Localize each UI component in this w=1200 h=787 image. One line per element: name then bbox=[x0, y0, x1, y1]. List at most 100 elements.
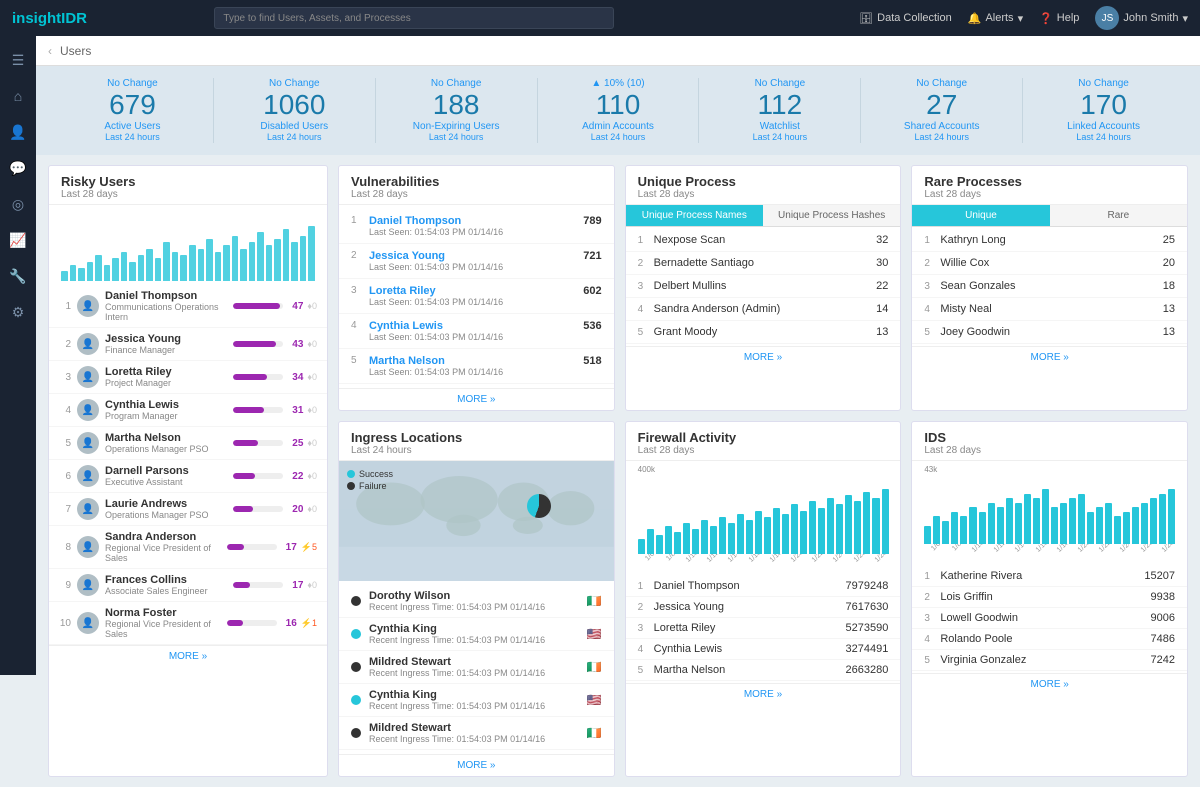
vuln-count: 518 bbox=[583, 355, 601, 367]
user-menu[interactable]: JS John Smith ▾ bbox=[1095, 6, 1188, 30]
score-alert: ♦0 bbox=[307, 405, 317, 415]
rare-process-subtitle: Last 28 days bbox=[924, 189, 1175, 200]
vuln-rank: 3 bbox=[351, 285, 361, 296]
list-item[interactable]: 4 👤 Cynthia Lewis Program Manager 31 ♦0 bbox=[49, 394, 327, 427]
avatar: 👤 bbox=[77, 465, 99, 487]
sidebar-item-menu[interactable]: ☰ bbox=[2, 44, 34, 76]
score-bar bbox=[233, 506, 253, 512]
chart-bar bbox=[863, 492, 870, 554]
chart-bar bbox=[809, 501, 816, 554]
list-item[interactable]: 4 Cynthia Lewis Last Seen: 01:54:03 PM 0… bbox=[339, 314, 614, 349]
ingress-more[interactable]: MORE » bbox=[339, 754, 614, 776]
list-item[interactable]: 2 Jessica Young Last Seen: 01:54:03 PM 0… bbox=[339, 244, 614, 279]
bell-icon: 🔔 bbox=[968, 12, 982, 25]
firewall-more[interactable]: MORE » bbox=[626, 683, 901, 705]
list-item[interactable]: 6 👤 Darnell Parsons Executive Assistant … bbox=[49, 460, 327, 493]
chart-bar bbox=[1114, 516, 1121, 544]
ingress-time: Recent Ingress Time: 01:54:03 PM 01/14/1… bbox=[369, 668, 579, 678]
fw-name: Jessica Young bbox=[654, 601, 840, 613]
sidebar-item-charts[interactable]: 📈 bbox=[2, 224, 34, 256]
process-rank: 2 bbox=[638, 258, 648, 269]
score-bar-wrap bbox=[233, 303, 283, 309]
list-item: 2 Bernadette Santiago 30 bbox=[626, 252, 901, 275]
list-item[interactable]: 7 👤 Laurie Andrews Operations Manager PS… bbox=[49, 493, 327, 526]
list-item: 4 Rolando Poole 7486 bbox=[912, 629, 1187, 650]
chart-bar bbox=[189, 245, 196, 281]
ids-rank: 2 bbox=[924, 592, 934, 603]
tab-unique-process-0[interactable]: Unique Process Names bbox=[626, 205, 763, 226]
ids-more[interactable]: MORE » bbox=[912, 673, 1187, 695]
sidebar-item-settings[interactable]: ⚙ bbox=[2, 296, 34, 328]
list-item[interactable]: 8 👤 Sandra Anderson Regional Vice Presid… bbox=[49, 526, 327, 569]
alerts-nav[interactable]: 🔔 Alerts ▾ bbox=[968, 12, 1023, 25]
list-item[interactable]: 5 Martha Nelson Last Seen: 01:54:03 PM 0… bbox=[339, 349, 614, 384]
sidebar-item-users[interactable]: 👤 bbox=[2, 116, 34, 148]
list-item[interactable]: 3 Loretta Riley Last Seen: 01:54:03 PM 0… bbox=[339, 279, 614, 314]
score-alert: ♦0 bbox=[307, 372, 317, 382]
ingress-time: Recent Ingress Time: 01:54:03 PM 01/14/1… bbox=[369, 734, 579, 744]
sidebar: ☰ ⌂ 👤 💬 ◎ 📈 🔧 ⚙ bbox=[0, 36, 36, 675]
sidebar-item-home[interactable]: ⌂ bbox=[2, 80, 34, 112]
list-item[interactable]: 10 👤 Norma Foster Regional Vice Presiden… bbox=[49, 602, 327, 645]
failure-legend-dot bbox=[347, 482, 355, 490]
sidebar-item-tools[interactable]: 🔧 bbox=[2, 260, 34, 292]
chevron-down-icon: ▾ bbox=[1182, 12, 1188, 25]
risky-users-chart bbox=[49, 205, 327, 285]
unique-process-more[interactable]: MORE » bbox=[626, 346, 901, 368]
risky-users-more[interactable]: MORE » bbox=[49, 645, 327, 667]
vuln-more[interactable]: MORE » bbox=[339, 388, 614, 410]
search-bar[interactable]: Type to find Users, Assets, and Processe… bbox=[214, 7, 614, 29]
vuln-rank: 5 bbox=[351, 355, 361, 366]
tab-rare-process-0[interactable]: Unique bbox=[912, 205, 1049, 226]
ids-name: Lowell Goodwin bbox=[940, 612, 1144, 624]
ids-rank: 3 bbox=[924, 613, 934, 624]
user-role: Finance Manager bbox=[105, 345, 227, 355]
main-content: ‹ Users No Change 679 Active UsersLast 2… bbox=[36, 36, 1200, 787]
unique-process-title: Unique Process bbox=[638, 174, 889, 189]
user-rank: 6 bbox=[59, 471, 71, 482]
stat-card: No Change 1060 Disabled UsersLast 24 hou… bbox=[214, 78, 376, 143]
stat-change: No Change bbox=[707, 78, 852, 89]
ids-y-label: 43k bbox=[912, 461, 1187, 474]
vuln-count: 536 bbox=[583, 320, 601, 332]
vuln-count: 602 bbox=[583, 285, 601, 297]
rare-process-more[interactable]: MORE » bbox=[912, 346, 1187, 368]
chart-bar bbox=[70, 265, 77, 281]
vuln-date: Last Seen: 01:54:03 PM 01/14/16 bbox=[369, 227, 575, 237]
list-item[interactable]: 9 👤 Frances Collins Associate Sales Engi… bbox=[49, 569, 327, 602]
ids-header: IDS Last 28 days bbox=[912, 422, 1187, 461]
list-item[interactable]: 3 👤 Loretta Riley Project Manager 34 ♦0 bbox=[49, 361, 327, 394]
chart-bar bbox=[1024, 494, 1031, 544]
fw-rank: 3 bbox=[638, 623, 648, 634]
data-collection-nav[interactable]: 🗄 Data Collection bbox=[859, 12, 952, 25]
chart-bar bbox=[87, 262, 94, 281]
score-bar-wrap bbox=[233, 440, 283, 446]
help-nav[interactable]: ❓ Help bbox=[1039, 12, 1079, 25]
sidebar-item-targets[interactable]: ◎ bbox=[2, 188, 34, 220]
stat-value: 1060 bbox=[222, 91, 367, 119]
rare-process-title: Rare Processes bbox=[924, 174, 1175, 189]
list-item[interactable]: 2 👤 Jessica Young Finance Manager 43 ♦0 bbox=[49, 328, 327, 361]
stat-label: WatchlistLast 24 hours bbox=[707, 121, 852, 143]
chart-bar bbox=[223, 245, 230, 281]
process-rank: 5 bbox=[638, 327, 648, 338]
failure-legend-label: Failure bbox=[359, 481, 387, 491]
list-item[interactable]: 1 Daniel Thompson Last Seen: 01:54:03 PM… bbox=[339, 209, 614, 244]
flag-icon: 🇺🇸 bbox=[587, 693, 602, 707]
success-legend-dot bbox=[347, 470, 355, 478]
ingress-status-dot bbox=[351, 596, 361, 606]
list-item[interactable]: 5 👤 Martha Nelson Operations Manager PSO… bbox=[49, 427, 327, 460]
list-item[interactable]: 1 👤 Daniel Thompson Communications Opera… bbox=[49, 285, 327, 328]
user-name: Frances Collins bbox=[105, 574, 227, 586]
process-count: 14 bbox=[876, 303, 888, 315]
tab-rare-process-1[interactable]: Rare bbox=[1050, 205, 1187, 226]
stat-card: ▲ 10% (10) 110 Admin AccountsLast 24 hou… bbox=[538, 78, 700, 143]
stat-value: 112 bbox=[707, 91, 852, 119]
user-name: Jessica Young bbox=[105, 333, 227, 345]
tab-unique-process-1[interactable]: Unique Process Hashes bbox=[763, 205, 900, 226]
sidebar-item-chat[interactable]: 💬 bbox=[2, 152, 34, 184]
ingress-name: Mildred Stewart bbox=[369, 656, 579, 668]
list-item: 4 Sandra Anderson (Admin) 14 bbox=[626, 298, 901, 321]
firewall-y-label: 400k bbox=[626, 461, 901, 474]
risky-users-header: Risky Users Last 28 days bbox=[49, 166, 327, 205]
